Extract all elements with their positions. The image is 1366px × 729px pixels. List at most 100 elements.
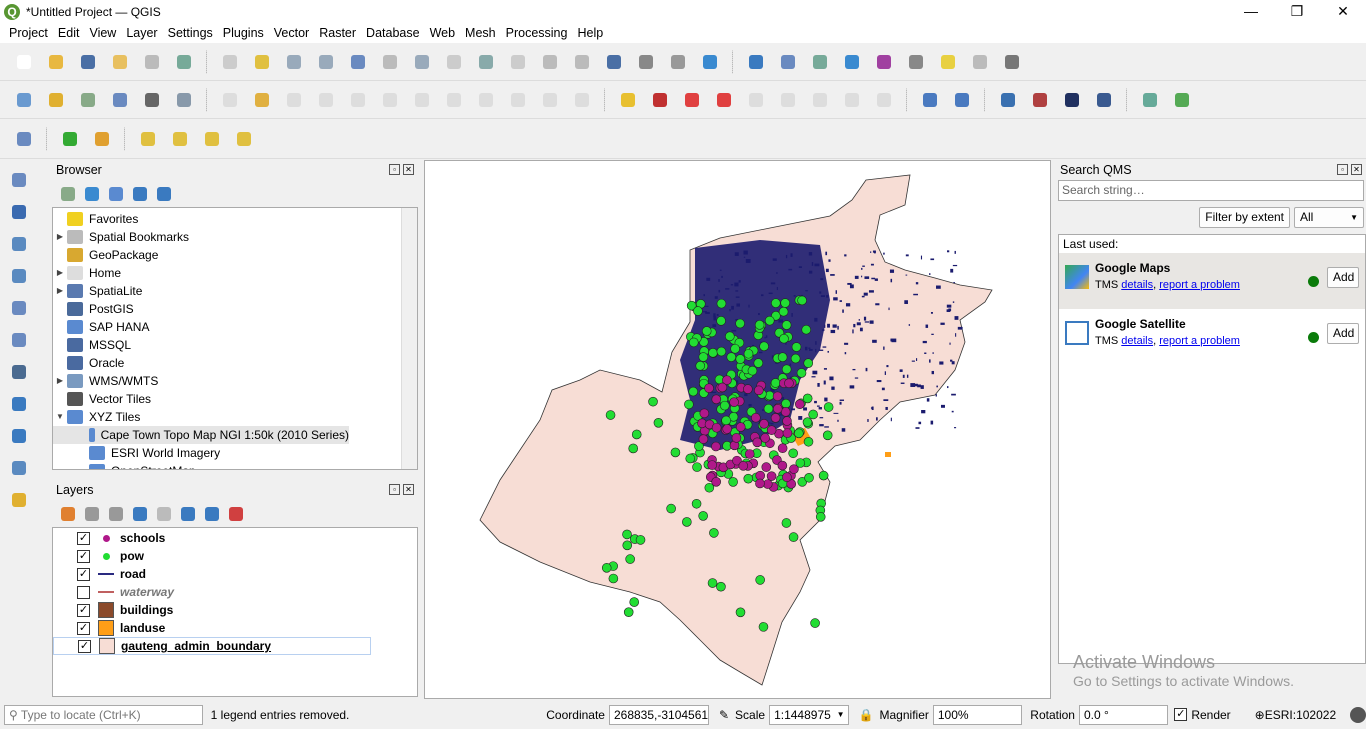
processing-toolbox-icon[interactable]: [58, 127, 82, 151]
new-shapefile-icon[interactable]: [76, 88, 100, 112]
details-link[interactable]: details: [1121, 335, 1153, 347]
add-mesh-layer-icon[interactable]: [7, 232, 31, 256]
cut-icon[interactable]: [442, 88, 466, 112]
add-service-button[interactable]: Add: [1327, 267, 1359, 288]
info-icon[interactable]: [154, 184, 174, 204]
chart-icon[interactable]: [12, 127, 36, 151]
layer-visibility-checkbox[interactable]: ✓: [77, 621, 90, 635]
expand-arrow-icon[interactable]: ▶: [53, 372, 67, 390]
menu-mesh[interactable]: Mesh: [460, 26, 501, 40]
digitize-icon[interactable]: [12, 88, 36, 112]
python-icon[interactable]: [996, 88, 1020, 112]
settings-gear-icon[interactable]: [840, 50, 864, 74]
browser-item-oracle[interactable]: Oracle: [53, 354, 417, 372]
model-builder-icon[interactable]: [90, 127, 114, 151]
qms-search-input[interactable]: Search string…: [1058, 180, 1364, 201]
wms-add-icon[interactable]: [918, 88, 942, 112]
diagram-icon[interactable]: [648, 88, 672, 112]
label-show-icon[interactable]: [744, 88, 768, 112]
raster-calc-icon[interactable]: [1028, 88, 1052, 112]
lock-icon[interactable]: 🔒: [859, 708, 874, 722]
crs-button[interactable]: ESRI:102022: [1265, 708, 1336, 722]
copy-icon[interactable]: [474, 88, 498, 112]
menu-web[interactable]: Web: [425, 26, 460, 40]
add-selected-icon[interactable]: [58, 184, 78, 204]
zoom-native-icon[interactable]: [442, 50, 466, 74]
browser-item-home[interactable]: ▶ Home: [53, 264, 417, 282]
report-problem-link[interactable]: report a problem: [1159, 335, 1240, 347]
field-calculator-icon[interactable]: [808, 50, 832, 74]
zoom-full-icon[interactable]: [346, 50, 370, 74]
add-wfs-layer-icon[interactable]: [7, 424, 31, 448]
collapse-all-icon[interactable]: [130, 184, 150, 204]
browser-item-xyz-child[interactable]: ESRI World Imagery: [53, 444, 417, 462]
browser-item-favorites[interactable]: Favorites: [53, 210, 417, 228]
layer-item-gauteng_admin_boundary[interactable]: ✓ gauteng_admin_boundary: [53, 637, 371, 655]
rotation-field[interactable]: 0.0 °: [1078, 704, 1169, 725]
layer-item-road[interactable]: ✓ road: [53, 565, 417, 583]
report-problem-link[interactable]: report a problem: [1159, 279, 1240, 291]
modify-attributes-icon[interactable]: [378, 88, 402, 112]
label-change-icon[interactable]: [840, 88, 864, 112]
identify-icon[interactable]: [744, 50, 768, 74]
filter-legend-icon[interactable]: [130, 504, 150, 524]
zoom-next-icon[interactable]: [506, 50, 530, 74]
vertex-tool-icon[interactable]: [346, 88, 370, 112]
layer-item-landuse[interactable]: ✓ landuse: [53, 619, 417, 637]
print-layout-icon[interactable]: [140, 50, 164, 74]
float-icon[interactable]: ▫: [389, 164, 400, 175]
new-temporary-layer-icon[interactable]: [140, 88, 164, 112]
select-features-icon[interactable]: [136, 127, 160, 151]
delete-selected-icon[interactable]: [410, 88, 434, 112]
visibility-icon[interactable]: [106, 504, 126, 524]
new-map-view-icon[interactable]: [538, 50, 562, 74]
menu-plugins[interactable]: Plugins: [218, 26, 269, 40]
select-dropdown-icon[interactable]: [968, 50, 992, 74]
style-panel-icon[interactable]: [58, 504, 78, 524]
browser-item-spatialite[interactable]: ▶ SpatiaLite: [53, 282, 417, 300]
refresh-icon[interactable]: [82, 184, 102, 204]
menu-database[interactable]: Database: [361, 26, 425, 40]
browser-item-xyz-tiles[interactable]: ▼ XYZ Tiles: [53, 408, 417, 426]
zoom-selection-icon[interactable]: [378, 50, 402, 74]
expand-arrow-icon[interactable]: ▼: [53, 408, 67, 426]
messages-icon[interactable]: [1350, 706, 1366, 723]
menu-project[interactable]: Project: [4, 26, 53, 40]
menu-help[interactable]: Help: [572, 26, 608, 40]
menu-vector[interactable]: Vector: [269, 26, 314, 40]
style-manager-icon[interactable]: [172, 50, 196, 74]
save-edits-icon[interactable]: [282, 88, 306, 112]
add-group-icon[interactable]: [82, 504, 102, 524]
details-link[interactable]: details: [1121, 279, 1153, 291]
pan-icon[interactable]: [218, 50, 242, 74]
statistics-sigma-icon[interactable]: [872, 50, 896, 74]
edits-icon[interactable]: [218, 88, 242, 112]
browser-item-sap-hana[interactable]: SAP HANA: [53, 318, 417, 336]
browser-item-postgis[interactable]: PostGIS: [53, 300, 417, 318]
filter-by-extent-button[interactable]: Filter by extent: [1199, 207, 1290, 228]
layer-item-buildings[interactable]: ✓ buildings: [53, 601, 417, 619]
new-geopackage-icon[interactable]: [44, 88, 68, 112]
label-pin-icon[interactable]: [680, 88, 704, 112]
close-icon[interactable]: ✕: [403, 164, 414, 175]
float-icon[interactable]: ▫: [389, 484, 400, 495]
expand-arrow-icon[interactable]: ▶: [53, 282, 67, 300]
menu-view[interactable]: View: [84, 26, 121, 40]
browser-scrollbar[interactable]: [401, 208, 417, 469]
select-location-icon[interactable]: [232, 127, 256, 151]
magnifier-field[interactable]: 100%: [932, 704, 1023, 725]
refresh-plugin-icon[interactable]: [1170, 88, 1194, 112]
menu-layer[interactable]: Layer: [121, 26, 162, 40]
layer-item-waterway[interactable]: waterway: [53, 583, 417, 601]
browser-item-geopackage[interactable]: GeoPackage: [53, 246, 417, 264]
text-annotation-icon[interactable]: [1000, 50, 1024, 74]
label-move-icon[interactable]: [776, 88, 800, 112]
mouse-coordinate-toggle-icon[interactable]: ✎: [719, 708, 729, 722]
georeferencer-icon[interactable]: [1138, 88, 1162, 112]
label-preview-icon[interactable]: [872, 88, 896, 112]
deselect-icon[interactable]: [200, 127, 224, 151]
close-icon[interactable]: ✕: [403, 484, 414, 495]
qms-search-icon[interactable]: [950, 88, 974, 112]
new-project-icon[interactable]: [12, 50, 36, 74]
label-icon[interactable]: [616, 88, 640, 112]
